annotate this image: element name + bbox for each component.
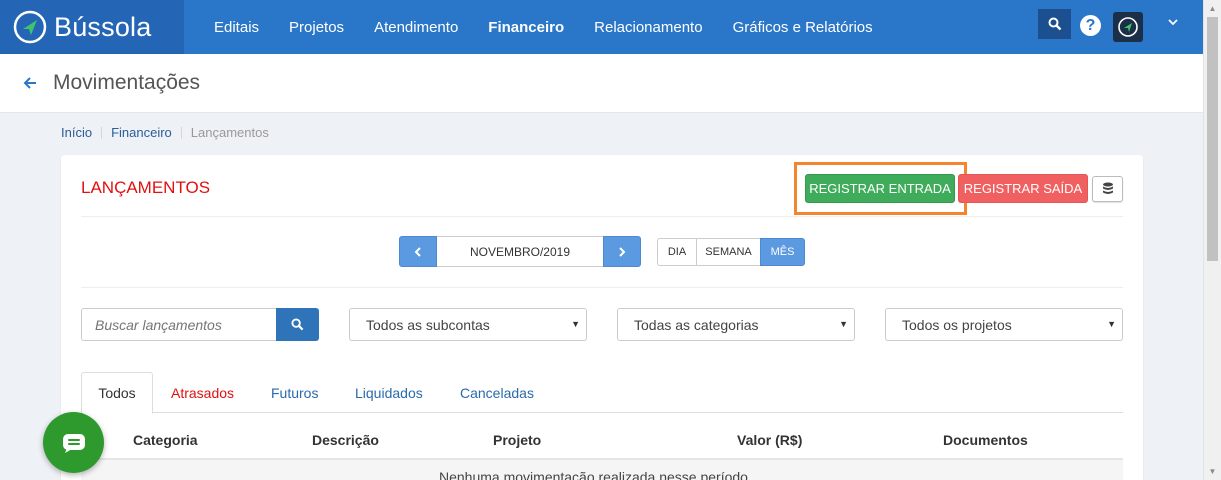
chevron-right-icon: [619, 246, 626, 257]
register-entry-button[interactable]: REGISTRAR ENTRADA: [805, 174, 955, 203]
compass-icon: [13, 10, 47, 44]
column-header-projeto[interactable]: Projeto: [493, 432, 541, 448]
register-exit-button[interactable]: REGISTRAR SAÍDA: [958, 174, 1088, 203]
project-select-value: Todos os projetos: [902, 316, 1012, 333]
divider: [81, 216, 1123, 217]
brand-name: Bússola: [54, 11, 152, 42]
card-title: LANÇAMENTOS: [81, 178, 211, 197]
breadcrumb: Início Financeiro Lançamentos: [61, 125, 269, 140]
category-select-value: Todas as categorias: [634, 316, 759, 333]
chevron-down-icon[interactable]: [1168, 14, 1178, 29]
view-toggle: DIA SEMANA MÊS: [657, 238, 805, 266]
nav-item-graficos-relatorios[interactable]: Gráficos e Relatórios: [718, 19, 888, 36]
dropdown-arrow-icon: ▼: [571, 319, 580, 329]
nav-item-projetos[interactable]: Projetos: [274, 19, 359, 36]
breadcrumb-lancamentos: Lançamentos: [190, 125, 269, 140]
project-select[interactable]: Todos os projetos ▼: [885, 308, 1123, 341]
brand-logo[interactable]: Bússola: [0, 0, 184, 54]
view-week-button[interactable]: SEMANA: [696, 238, 761, 266]
subaccount-select-value: Todos as subcontas: [366, 316, 490, 333]
page-header: Movimentações: [0, 54, 1203, 113]
breadcrumb-separator: [180, 126, 182, 139]
dropdown-arrow-icon: ▼: [1107, 319, 1116, 329]
tab-todos[interactable]: Todos: [81, 372, 153, 414]
next-period-button[interactable]: [603, 236, 641, 267]
column-header-categoria[interactable]: Categoria: [133, 432, 198, 448]
breadcrumb-financeiro[interactable]: Financeiro: [111, 125, 172, 140]
search-icon: [291, 318, 304, 331]
current-period-label: NOVEMBRO/2019: [436, 236, 604, 267]
compass-icon: [1118, 17, 1138, 37]
nav-item-editais[interactable]: Editais: [199, 19, 274, 36]
lancamentos-card: LANÇAMENTOS REGISTRAR ENTRADA REGISTRAR …: [61, 155, 1143, 480]
scroll-thumb[interactable]: [1207, 17, 1218, 261]
tab-liquidados[interactable]: Liquidados: [355, 372, 423, 413]
nav-item-relacionamento[interactable]: Relacionamento: [579, 19, 717, 36]
nav-search-button[interactable]: [1038, 9, 1071, 39]
breadcrumb-separator: [101, 126, 103, 139]
tab-canceladas[interactable]: Canceladas: [460, 372, 534, 413]
avatar-icon[interactable]: [1113, 12, 1143, 42]
tab-atrasados[interactable]: Atrasados: [171, 372, 234, 413]
tab-futuros[interactable]: Futuros: [271, 372, 318, 413]
search-input[interactable]: [81, 308, 276, 341]
empty-message: Nenhuma movimentação realizada nesse per…: [439, 469, 752, 480]
page-scrollbar[interactable]: ▲ ▼: [1203, 0, 1221, 480]
chat-icon: [62, 433, 85, 453]
dropdown-arrow-icon: ▼: [839, 319, 848, 329]
scroll-down-button[interactable]: ▼: [1204, 463, 1221, 480]
breadcrumb-inicio[interactable]: Início: [61, 125, 92, 140]
search-icon: [1048, 17, 1061, 31]
column-header-documentos[interactable]: Documentos: [943, 432, 1028, 448]
top-navbar: Bússola Editais Projetos Atendimento Fin…: [0, 0, 1203, 54]
category-select[interactable]: Todas as categorias ▼: [617, 308, 855, 341]
chevron-left-icon: [414, 246, 421, 257]
search-group: [81, 308, 319, 341]
view-month-button[interactable]: MÊS: [760, 238, 805, 266]
prev-period-button[interactable]: [399, 236, 437, 267]
divider: [81, 287, 1123, 288]
nav-item-financeiro[interactable]: Financeiro: [473, 19, 579, 36]
subaccount-select[interactable]: Todos as subcontas ▼: [349, 308, 587, 341]
column-header-valor[interactable]: Valor (R$): [737, 432, 802, 448]
back-arrow-icon[interactable]: [22, 75, 38, 91]
database-icon: [1102, 182, 1113, 194]
scroll-up-button[interactable]: ▲: [1204, 0, 1221, 17]
help-icon[interactable]: ?: [1080, 15, 1101, 36]
search-button[interactable]: [276, 308, 319, 341]
view-day-button[interactable]: DIA: [657, 238, 697, 266]
status-tabs: Todos Atrasados Futuros Liquidados Cance…: [81, 372, 1123, 414]
page-title: Movimentações: [53, 71, 201, 94]
nav-item-atendimento[interactable]: Atendimento: [359, 19, 473, 36]
main-nav: Editais Projetos Atendimento Financeiro …: [199, 0, 888, 54]
database-button[interactable]: [1092, 176, 1123, 202]
date-navigator: NOVEMBRO/2019: [399, 236, 641, 267]
chat-button[interactable]: [43, 412, 104, 473]
column-header-descricao[interactable]: Descrição: [312, 432, 379, 448]
